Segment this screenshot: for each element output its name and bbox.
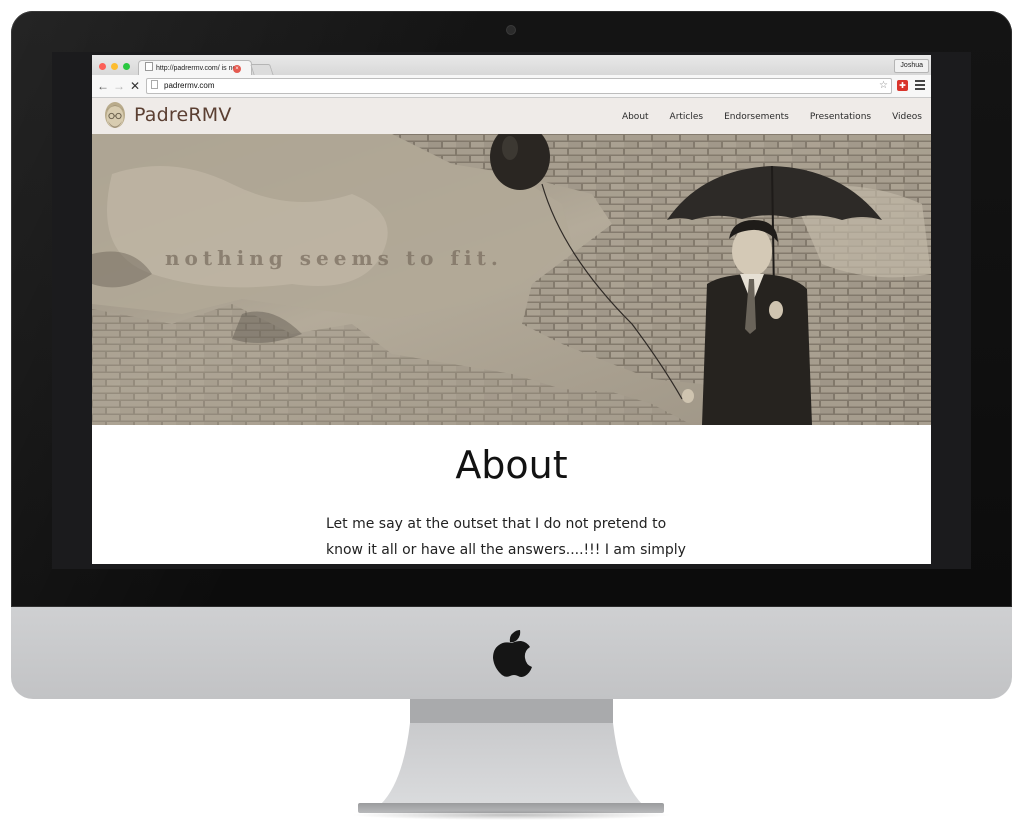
site-nav: About Articles Endorsements Presentations Vi… <box>601 111 922 122</box>
nav-videos[interactable]: Videos <box>892 112 922 122</box>
minimize-window-button[interactable] <box>111 63 118 70</box>
site-header: PadreRMV About Articles Endorsements Presen… <box>92 98 931 134</box>
hero-illustration <box>92 134 931 425</box>
back-arrow-icon[interactable]: ← <box>97 80 109 92</box>
close-window-button[interactable] <box>99 63 106 70</box>
apple-logo-icon <box>493 630 532 677</box>
stop-icon[interactable]: ✕ <box>129 80 141 92</box>
zoom-window-button[interactable] <box>123 63 130 70</box>
nav-articles[interactable]: Articles <box>670 112 704 122</box>
address-url: padrermv.com <box>164 81 215 90</box>
hero-image: nothing seems to fit. <box>92 134 931 425</box>
hero-caption: nothing seems to fit. <box>165 246 503 270</box>
nav-endorsements[interactable]: Endorsements <box>724 112 789 122</box>
hamburger-menu-icon[interactable] <box>915 80 925 92</box>
star-icon[interactable]: ☆ <box>879 79 888 93</box>
nav-presentations[interactable]: Presentations <box>810 112 871 122</box>
nav-about[interactable]: About <box>622 112 649 122</box>
forward-arrow-icon[interactable]: → <box>113 80 125 92</box>
page-content: About Let me say at the outset that I do… <box>92 425 931 564</box>
page-title: About <box>455 443 568 487</box>
address-bar[interactable]: padrermv.com ☆ <box>146 78 892 94</box>
browser-titlebar: http://padrermv.com/ is no × Joshua <box>92 55 931 76</box>
site-name[interactable]: PadreRMV <box>134 104 232 126</box>
webcam <box>507 26 515 34</box>
about-intro-text: Let me say at the outset that I do not p… <box>326 516 686 558</box>
browser-toolbar: ← → ✕ padrermv.com ☆ ✚ <box>92 75 931 98</box>
page-favicon-icon <box>145 62 153 71</box>
stand <box>380 723 643 805</box>
browser-tab[interactable]: http://padrermv.com/ is no × <box>138 60 252 76</box>
stand-neck <box>410 699 613 723</box>
browser-window: http://padrermv.com/ is no × Joshua ← → … <box>92 55 931 564</box>
extension-icon[interactable]: ✚ <box>897 80 908 91</box>
page-icon <box>151 80 158 89</box>
tab-title: http://padrermv.com/ is no <box>156 65 237 72</box>
padre-avatar-icon[interactable] <box>103 101 127 133</box>
profile-button[interactable]: Joshua <box>894 59 929 73</box>
tab-close-icon[interactable]: × <box>233 65 241 73</box>
stand-shadow <box>350 810 672 820</box>
